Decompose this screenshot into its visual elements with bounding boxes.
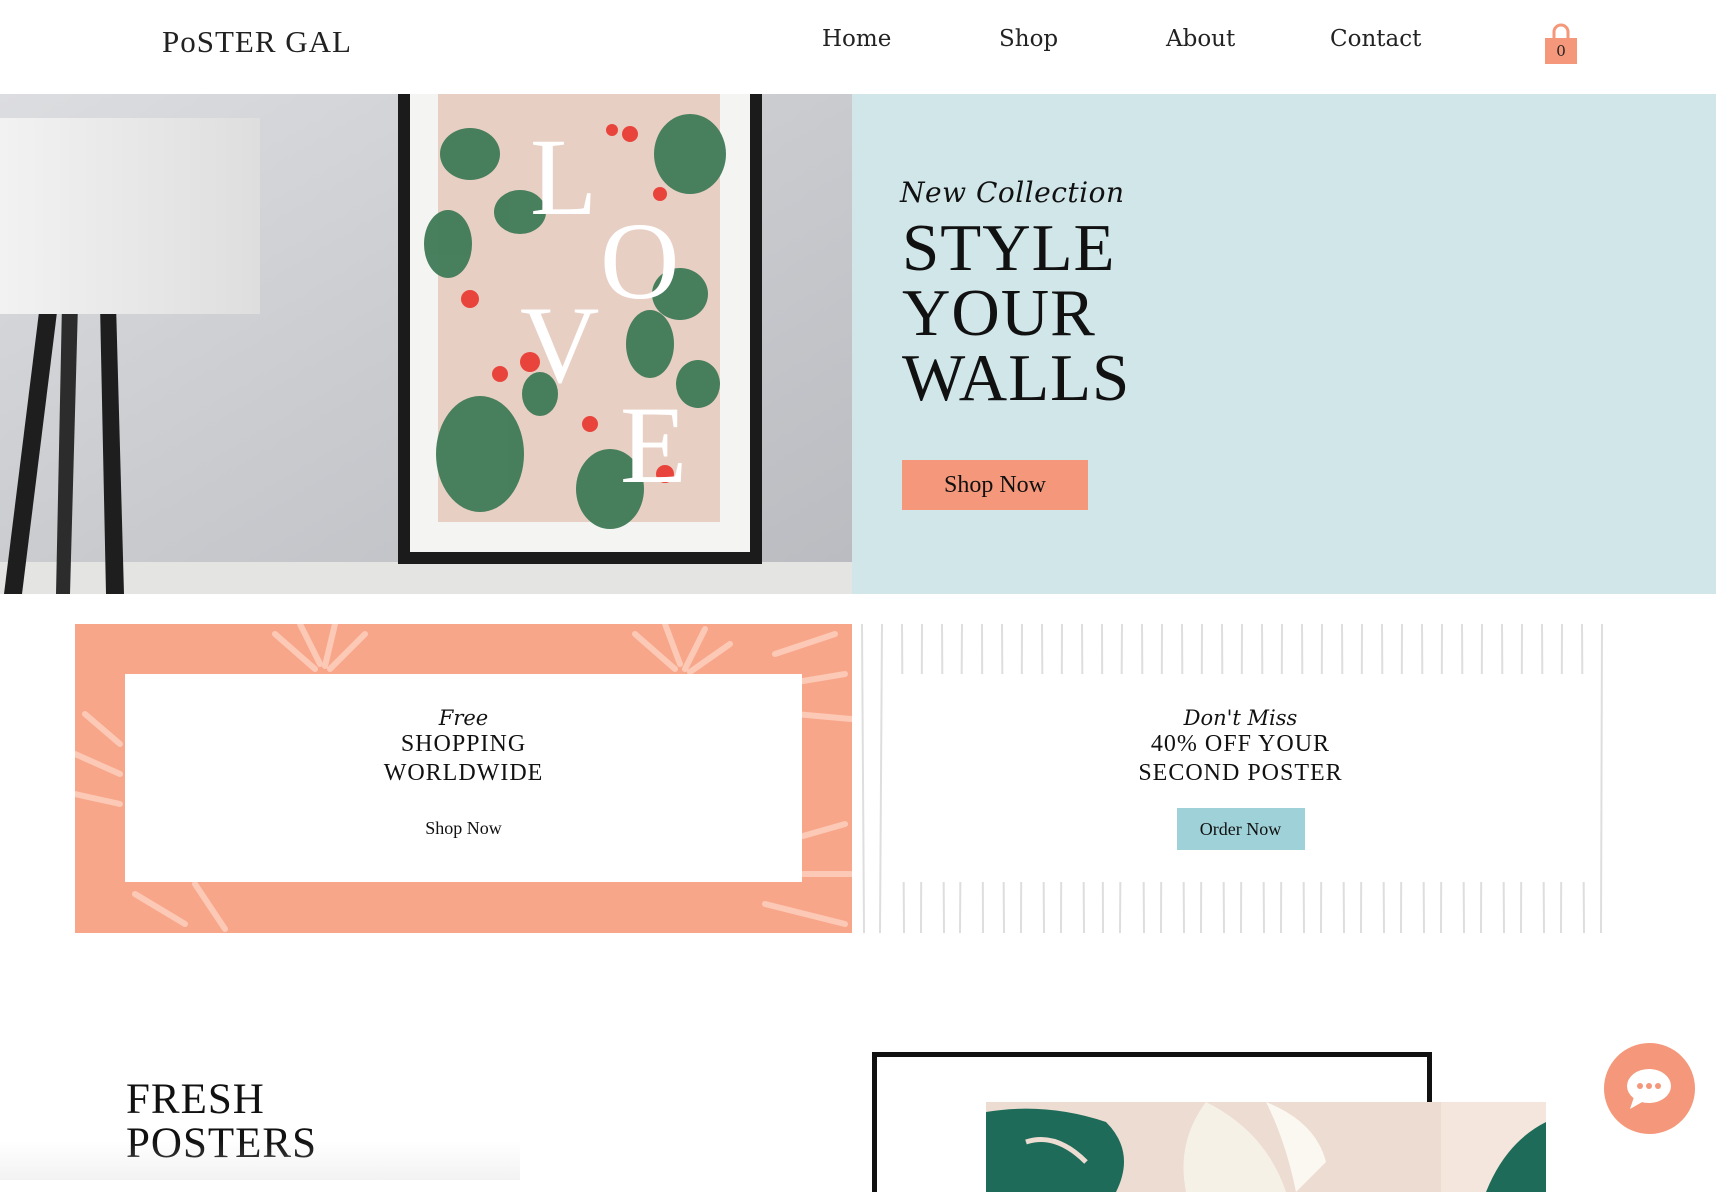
nav-contact[interactable]: Contact (1330, 26, 1421, 52)
nav-shop[interactable]: Shop (999, 26, 1058, 52)
hero-title-line-2: YOUR (902, 276, 1096, 350)
promo-offer-line-1: 40% OFF YOUR (1150, 731, 1331, 757)
promo-offer-line-2: SECOND POSTER (1138, 760, 1343, 786)
promo-free-shipping: Free SHOPPING WORLDWIDE Shop Now (75, 624, 852, 933)
poster-letter-e: E (620, 384, 687, 506)
promo-heading-line-2: WORLDWIDE (383, 760, 544, 786)
order-now-button[interactable]: Order Now (1176, 808, 1305, 850)
chat-button[interactable] (1604, 1043, 1695, 1134)
hero-shop-now-button[interactable]: Shop Now (902, 460, 1088, 510)
hero-photo-illustration: L O V E (0, 94, 852, 594)
hero-panel: New Collection STYLE YOUR WALLS Shop Now (852, 94, 1716, 594)
cart-count: 0 (1556, 42, 1566, 60)
featured-poster-image[interactable] (986, 1102, 1546, 1192)
cart-button[interactable]: 0 (1543, 22, 1579, 66)
chat-bubble-icon (1627, 1069, 1671, 1109)
promo-card-free-shipping: Free SHOPPING WORLDWIDE Shop Now (125, 674, 802, 882)
hero-image: L O V E (0, 94, 852, 594)
hero-title-line-3: WALLS (902, 341, 1131, 415)
poster-letter-v: V (520, 284, 599, 406)
hero-title: STYLE YOUR WALLS (902, 211, 1131, 415)
scroll-fade (0, 1140, 520, 1180)
site-header: PoSTER GAL Home Shop About Contact 0 (0, 0, 1716, 94)
promo-shop-now-link[interactable]: Shop Now (415, 810, 512, 847)
main-nav: Home Shop About Contact (0, 26, 1716, 66)
promo-script-free: Free (438, 706, 489, 730)
poster-letter-l: L (530, 116, 597, 238)
promo-card-second-poster: Don't Miss 40% OFF YOUR SECOND POSTER Or… (892, 674, 1589, 882)
promo-heading-line-1: SHOPPING (400, 731, 527, 757)
hero-eyebrow: New Collection (900, 176, 1125, 209)
nav-home[interactable]: Home (822, 26, 891, 52)
leaf-poster-illustration (986, 1102, 1546, 1192)
promo-script-dont-miss: Don't Miss (1183, 706, 1298, 730)
fresh-heading-line-1: FRESH (126, 1076, 265, 1123)
poster-letter-o: O (600, 200, 679, 322)
nav-about[interactable]: About (1166, 26, 1235, 52)
promo-second-poster: Don't Miss 40% OFF YOUR SECOND POSTER Or… (852, 624, 1627, 933)
hero-title-line-1: STYLE (902, 211, 1116, 285)
